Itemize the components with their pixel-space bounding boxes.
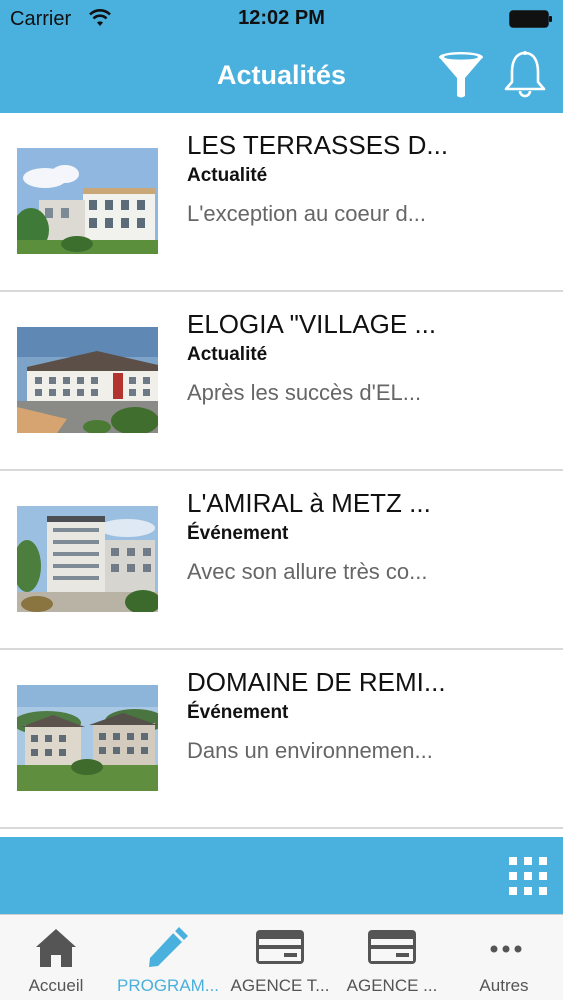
home-icon xyxy=(36,929,76,967)
news-title: DOMAINE DE REMI... xyxy=(187,667,446,697)
pencil-icon xyxy=(149,927,188,967)
battery-icon xyxy=(509,10,552,28)
news-excerpt: L'exception au coeur d... xyxy=(187,201,427,226)
tab-label: AGENCE ... xyxy=(346,976,438,995)
list-item[interactable]: L'AMIRAL à METZ ... Événement Avec son a… xyxy=(0,471,563,650)
card-icon xyxy=(368,930,416,964)
tab-agence-2[interactable]: AGENCE ... xyxy=(336,915,448,1000)
tab-autres[interactable]: Autres xyxy=(448,915,563,1000)
list-item[interactable]: DOMAINE DE REMI... Événement Dans un env… xyxy=(0,650,563,829)
card-icon xyxy=(256,930,304,964)
grid-menu-icon[interactable] xyxy=(509,857,547,895)
news-category: Actualité xyxy=(187,344,268,365)
news-thumbnail xyxy=(17,327,158,433)
tab-bar: Accueil PROGRAM... AGENCE T... AGENCE ..… xyxy=(0,914,563,1000)
list-item[interactable]: LES TERRASSES D... Actualité L'exception… xyxy=(0,113,563,292)
news-title: LES TERRASSES D... xyxy=(187,130,449,160)
tab-agence-1[interactable]: AGENCE T... xyxy=(224,915,336,1000)
news-category: Événement xyxy=(187,702,289,723)
news-title: ELOGIA "VILLAGE ... xyxy=(187,309,437,339)
bell-icon[interactable] xyxy=(502,50,548,98)
news-excerpt: Après les succès d'EL... xyxy=(187,380,422,405)
tab-label: AGENCE T... xyxy=(230,976,330,995)
header: Carrier 12:02 PM Actualités xyxy=(0,0,563,113)
list-item[interactable]: ELOGIA "VILLAGE ... Actualité Après les … xyxy=(0,292,563,471)
news-excerpt: Dans un environnemen... xyxy=(187,738,433,763)
news-title: L'AMIRAL à METZ ... xyxy=(187,488,431,518)
news-category: Événement xyxy=(187,523,289,544)
news-thumbnail xyxy=(17,148,158,254)
news-thumbnail xyxy=(17,685,158,791)
more-icon xyxy=(490,945,522,953)
status-bar: Carrier 12:02 PM xyxy=(0,0,563,38)
tab-label: Accueil xyxy=(28,976,84,995)
tab-programmes[interactable]: PROGRAM... xyxy=(112,915,224,1000)
tab-accueil[interactable]: Accueil xyxy=(0,915,112,1000)
news-excerpt: Avec son allure très co... xyxy=(187,559,428,584)
tab-label: Autres xyxy=(479,976,529,995)
news-thumbnail xyxy=(17,506,158,612)
news-category: Actualité xyxy=(187,165,268,186)
tab-label: PROGRAM... xyxy=(116,976,219,995)
news-list: LES TERRASSES D... Actualité L'exception… xyxy=(0,113,563,829)
bottom-action-bar xyxy=(0,837,563,914)
clock: 12:02 PM xyxy=(238,7,325,29)
filter-icon[interactable] xyxy=(436,50,486,100)
